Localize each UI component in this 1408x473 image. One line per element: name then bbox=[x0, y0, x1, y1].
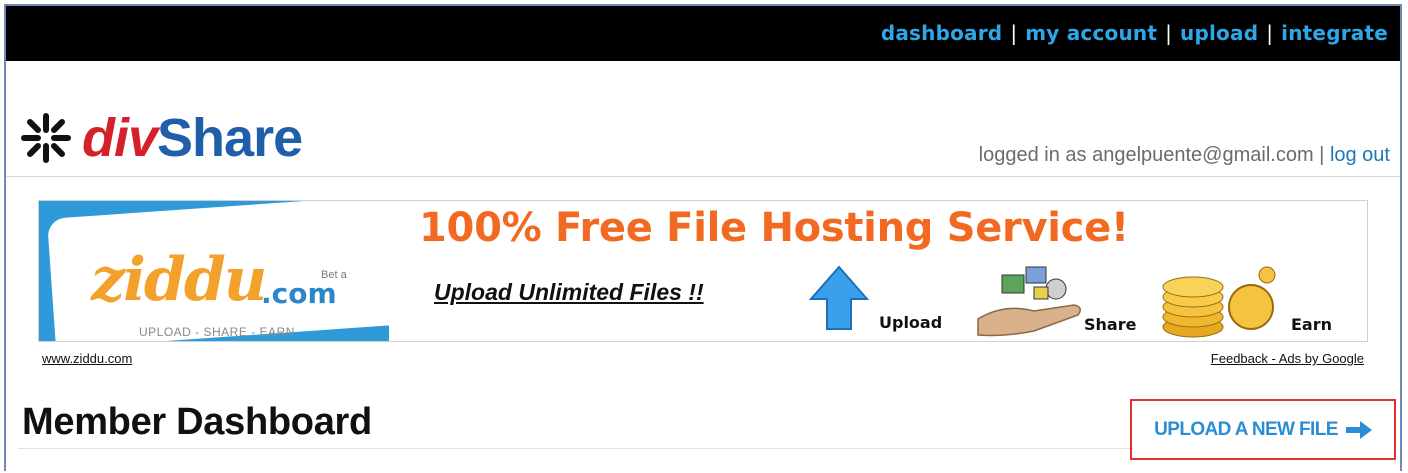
ad-subline: Upload Unlimited Files !! bbox=[434, 279, 704, 305]
ziddu-tagline: UPLOAD - SHARE - EARN bbox=[139, 325, 295, 339]
page-title: Member Dashboard bbox=[22, 401, 372, 443]
login-status: logged in as angelpuente@gmail.com | log… bbox=[979, 144, 1390, 167]
logo-div-text: div bbox=[82, 108, 158, 168]
ads-by-google-link[interactable]: Feedback - Ads by Google bbox=[1211, 351, 1364, 366]
ad-headline: 100% Free File Hosting Service! bbox=[419, 205, 1129, 251]
ad-earn-label: Earn bbox=[1291, 315, 1333, 334]
right-arrow-icon bbox=[1345, 420, 1372, 439]
ziddu-card: ziddu .com Bet a UPLOAD - SHARE - EARN bbox=[39, 201, 389, 341]
ziddu-beta: Bet a bbox=[321, 269, 347, 281]
top-nav: dashboard | my account | upload | integrate bbox=[881, 21, 1388, 45]
top-nav-bar: dashboard | my account | upload | integrate bbox=[6, 6, 1400, 61]
nav-separator: | bbox=[1266, 21, 1274, 45]
upload-new-file-button[interactable]: UPLOAD A NEW FILE bbox=[1130, 399, 1396, 460]
title-divider bbox=[18, 448, 1133, 449]
page-frame: dashboard | my account | upload | integrate di… bbox=[4, 4, 1402, 471]
nav-dashboard[interactable]: dashboard bbox=[881, 21, 1003, 45]
upload-arrow-icon bbox=[809, 265, 869, 330]
ad-share-label: Share bbox=[1084, 315, 1137, 334]
coins-icon bbox=[1162, 266, 1276, 338]
nav-separator: | bbox=[1010, 21, 1018, 45]
asterisk-logo-icon bbox=[21, 113, 71, 163]
ad-source-link[interactable]: www.ziddu.com bbox=[42, 351, 132, 366]
logo-share-text: Share bbox=[157, 108, 303, 168]
ziddu-brand: ziddu bbox=[91, 245, 267, 315]
nav-my-account[interactable]: my account bbox=[1025, 21, 1157, 45]
ad-upload-label: Upload bbox=[879, 313, 943, 332]
nav-upload[interactable]: upload bbox=[1180, 21, 1258, 45]
share-hand-icon bbox=[977, 266, 1081, 337]
nav-integrate[interactable]: integrate bbox=[1281, 21, 1388, 45]
logo-wordmark: divShare bbox=[82, 108, 303, 168]
divshare-logo[interactable]: divShare bbox=[18, 106, 303, 170]
ziddu-suffix: .com bbox=[261, 277, 337, 310]
ad-banner[interactable]: ziddu .com Bet a UPLOAD - SHARE - EARN 1… bbox=[38, 200, 1368, 342]
nav-separator: | bbox=[1165, 21, 1173, 45]
upload-new-file-label: UPLOAD A NEW FILE bbox=[1154, 418, 1338, 440]
header-divider bbox=[6, 176, 1400, 177]
logged-in-text: logged in as angelpuente@gmail.com | bbox=[978, 144, 1325, 166]
logout-link[interactable]: log out bbox=[1330, 144, 1390, 166]
